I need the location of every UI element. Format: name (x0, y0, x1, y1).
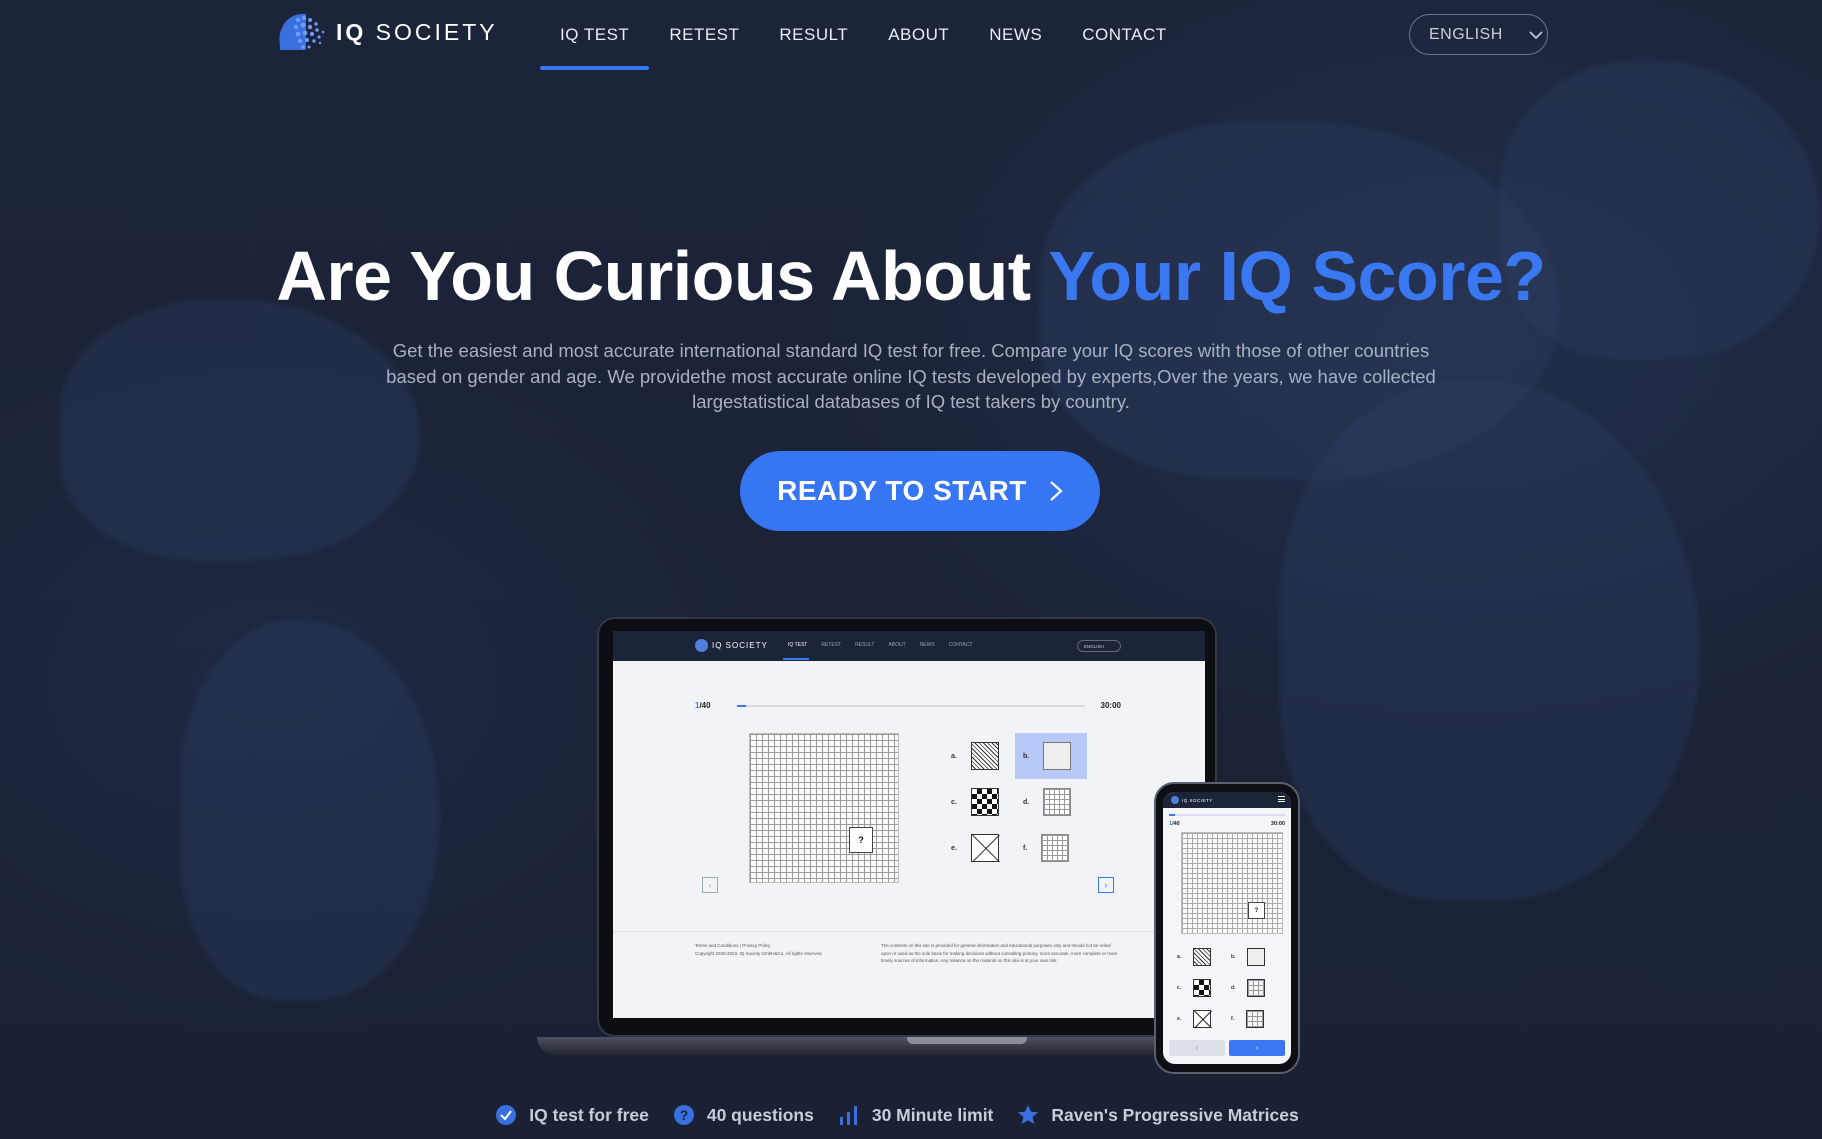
preview-header: IQ SOCIETY IQ TEST RETEST RESULT ABOUT NEWS C… (613, 631, 1205, 661)
hero-title-accent: Your IQ Score? (1048, 237, 1546, 315)
preview-next-button[interactable]: › (1098, 877, 1114, 893)
head-logo-icon (279, 13, 325, 50)
logo-text: IQ SOCIETY (336, 18, 498, 45)
nav-item-result[interactable]: RESULT (759, 0, 868, 70)
phone-option-e[interactable]: e. (1177, 1010, 1212, 1028)
language-selector[interactable]: ENGLISH (1409, 14, 1548, 55)
preview-logo: IQ SOCIETY (695, 639, 768, 652)
phone-progress-bar (1169, 814, 1285, 816)
phone-matrix-puzzle (1181, 832, 1283, 934)
check-circle-icon (496, 1105, 517, 1125)
cta-label: READY TO START (777, 475, 1027, 506)
preview-prev-button[interactable]: ‹ (702, 877, 718, 893)
feature-item: ? 40 questions (673, 1104, 814, 1126)
phone-option-a[interactable]: a. (1177, 948, 1212, 966)
progress-bar (737, 705, 1085, 707)
nav-item-about[interactable]: ABOUT (868, 0, 969, 70)
nav-item-news[interactable]: NEWS (969, 0, 1062, 70)
preview-footer: Terms and Conditions | Privacy Policy Cop… (613, 931, 1205, 1018)
phone-option-c[interactable]: c. (1177, 979, 1212, 997)
hero-description: Get the easiest and most accurate intern… (386, 340, 1436, 412)
feature-item: 30 Minute limit (838, 1104, 993, 1126)
nav-item-contact[interactable]: CONTACT (1062, 0, 1186, 70)
laptop-mockup: IQ SOCIETY IQ TEST RETEST RESULT ABOUT NEWS C… (537, 617, 1277, 1055)
feature-item: IQ test for free (495, 1104, 649, 1126)
phone-screen-preview: IQ SOCIETY 1/40 30:00 ? a. b. c. d. e. f… (1163, 792, 1291, 1064)
phone-missing-piece: ? (1248, 902, 1265, 919)
site-logo[interactable]: IQ SOCIETY (276, 10, 498, 54)
missing-piece: ? (849, 827, 873, 853)
question-counter: 1/40 (695, 701, 711, 710)
nav-item-iq-test[interactable]: IQ TEST (540, 0, 650, 70)
main-nav: IQ TEST RETEST RESULT ABOUT NEWS CONTACT (540, 0, 1187, 70)
option-e[interactable]: e. (943, 825, 1015, 871)
preview-menu: IQ TEST RETEST RESULT ABOUT NEWS CONTACT (788, 642, 973, 648)
nav-item-retest[interactable]: RETEST (649, 0, 759, 70)
phone-timer: 30:00 (1270, 821, 1285, 827)
option-a[interactable]: a. (943, 733, 1015, 779)
star-icon (1018, 1105, 1039, 1124)
matrix-puzzle (749, 733, 899, 883)
phone-option-d[interactable]: d. (1231, 979, 1266, 997)
svg-text:?: ? (680, 1107, 689, 1123)
phone-next-button[interactable]: › (1229, 1040, 1285, 1056)
option-b[interactable]: b. (1015, 733, 1087, 779)
phone-option-f[interactable]: f. (1231, 1010, 1265, 1028)
phone-mockup: IQ SOCIETY 1/40 30:00 ? a. b. c. d. e. f… (1154, 782, 1300, 1074)
timer: 30:00 (1100, 701, 1121, 710)
option-d[interactable]: d. (1015, 779, 1087, 825)
hamburger-menu-icon[interactable] (1278, 796, 1285, 802)
laptop-screen-preview: IQ SOCIETY IQ TEST RETEST RESULT ABOUT NEWS C… (613, 631, 1205, 1018)
ready-to-start-button[interactable]: READY TO START (740, 451, 1100, 531)
phone-header: IQ SOCIETY (1163, 792, 1291, 808)
language-label: ENGLISH (1429, 25, 1503, 43)
feature-list: IQ test for free ? 40 questions 30 Minut… (0, 1104, 1808, 1126)
phone-question-counter: 1/40 (1169, 821, 1180, 827)
bar-chart-icon (839, 1106, 857, 1125)
option-c[interactable]: c. (943, 779, 1015, 825)
phone-prev-button[interactable]: ‹ (1169, 1040, 1225, 1056)
feature-item: Raven's Progressive Matrices (1017, 1104, 1299, 1126)
chevron-down-icon (1529, 30, 1543, 39)
phone-option-b[interactable]: b. (1231, 948, 1266, 966)
chevron-right-icon (1050, 481, 1063, 501)
preview-language: ENGLISH (1077, 640, 1121, 652)
option-f[interactable]: f. (1015, 825, 1087, 871)
site-header: IQ SOCIETY IQ TEST RETEST RESULT ABOUT N… (0, 0, 1822, 70)
question-circle-icon: ? (673, 1105, 694, 1125)
hero-title: Are You Curious About Your IQ Score? (276, 237, 1546, 315)
